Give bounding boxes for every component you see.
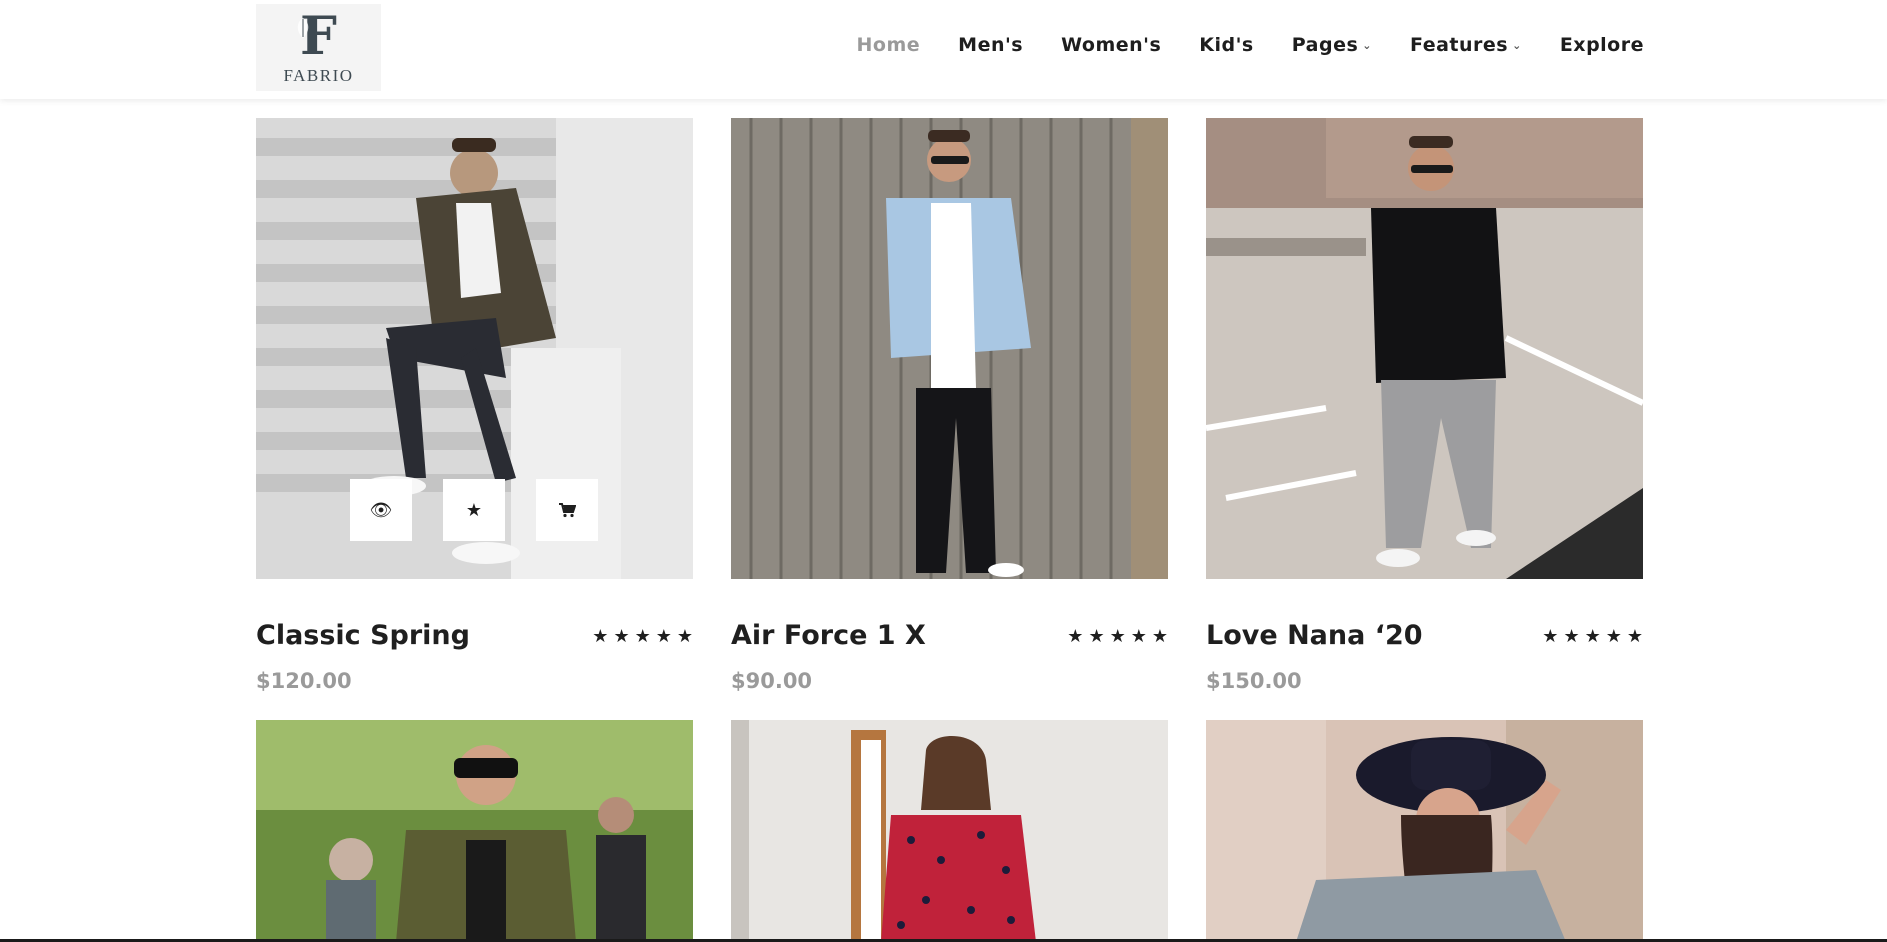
star-icon: ★ <box>655 626 672 647</box>
star-icon: ★ <box>613 626 630 647</box>
star-icon: ★ <box>1626 626 1643 647</box>
product-title[interactable]: Air Force 1 X <box>731 620 926 651</box>
star-icon: ★ <box>1151 626 1168 647</box>
star-icon: ★ <box>1542 626 1559 647</box>
nav-womens[interactable]: Women's <box>1061 34 1161 56</box>
product-title[interactable]: Love Nana ‘20 <box>1206 620 1423 651</box>
rating-stars: ★ ★ ★ ★ ★ <box>1067 626 1168 647</box>
product-image[interactable] <box>256 720 693 942</box>
product-card[interactable]: Love Nana ‘20 ★ ★ ★ ★ ★ $150.00 <box>1206 118 1643 693</box>
product-price: $90.00 <box>731 669 813 693</box>
star-icon: ★ <box>465 499 483 521</box>
nav-home[interactable]: Home <box>857 34 921 56</box>
star-icon: ★ <box>1584 626 1601 647</box>
nav-kids[interactable]: Kid's <box>1199 34 1253 56</box>
wishlist-button[interactable]: ★ <box>443 479 505 541</box>
product-title[interactable]: Classic Spring <box>256 620 470 651</box>
eye-icon: 👁 <box>369 499 393 521</box>
rating-stars: ★ ★ ★ ★ ★ <box>1542 626 1643 647</box>
star-icon: ★ <box>1067 626 1084 647</box>
product-card[interactable] <box>1206 720 1643 942</box>
product-image[interactable] <box>1206 720 1643 942</box>
nav-pages[interactable]: Pages ⌄ <box>1292 34 1372 56</box>
add-to-cart-button[interactable] <box>536 479 598 541</box>
cart-icon <box>559 503 576 518</box>
star-icon: ★ <box>592 626 609 647</box>
star-icon: ★ <box>1605 626 1622 647</box>
star-icon: ★ <box>1563 626 1580 647</box>
star-icon: ★ <box>1130 626 1147 647</box>
rating-stars: ★ ★ ★ ★ ★ <box>592 626 693 647</box>
product-image[interactable] <box>731 720 1168 942</box>
product-card[interactable] <box>731 720 1168 942</box>
product-image[interactable] <box>1206 118 1643 579</box>
star-icon: ★ <box>1088 626 1105 647</box>
quick-view-button[interactable]: 👁 <box>350 479 412 541</box>
chevron-down-icon: ⌄ <box>1512 38 1522 52</box>
chevron-down-icon: ⌄ <box>1362 38 1373 52</box>
site-header: F FABRIO Home Men's Women's Kid's Pages ⌄… <box>0 0 1887 99</box>
product-card[interactable] <box>256 720 693 942</box>
star-icon: ★ <box>634 626 651 647</box>
leaf-icon <box>297 17 309 38</box>
nav-mens[interactable]: Men's <box>958 34 1023 56</box>
quick-actions: 👁 ★ <box>350 479 598 541</box>
product-card[interactable]: 👁 ★ Classic Spring ★ ★ ★ ★ ★ $120.00 <box>256 118 693 693</box>
main-nav: Home Men's Women's Kid's Pages ⌄ Features… <box>819 34 1644 56</box>
product-card[interactable]: Air Force 1 X ★ ★ ★ ★ ★ $90.00 <box>731 118 1168 693</box>
product-image[interactable] <box>731 118 1168 579</box>
product-image[interactable]: 👁 ★ <box>256 118 693 579</box>
product-price: $120.00 <box>256 669 352 693</box>
nav-features[interactable]: Features ⌄ <box>1410 34 1522 56</box>
logo-monogram: F <box>297 9 337 64</box>
nav-explore[interactable]: Explore <box>1560 34 1644 56</box>
brand-name: FABRIO <box>283 65 354 85</box>
product-price: $150.00 <box>1206 669 1302 693</box>
star-icon: ★ <box>1109 626 1126 647</box>
brand-logo[interactable]: F FABRIO <box>256 4 381 91</box>
star-icon: ★ <box>676 626 693 647</box>
